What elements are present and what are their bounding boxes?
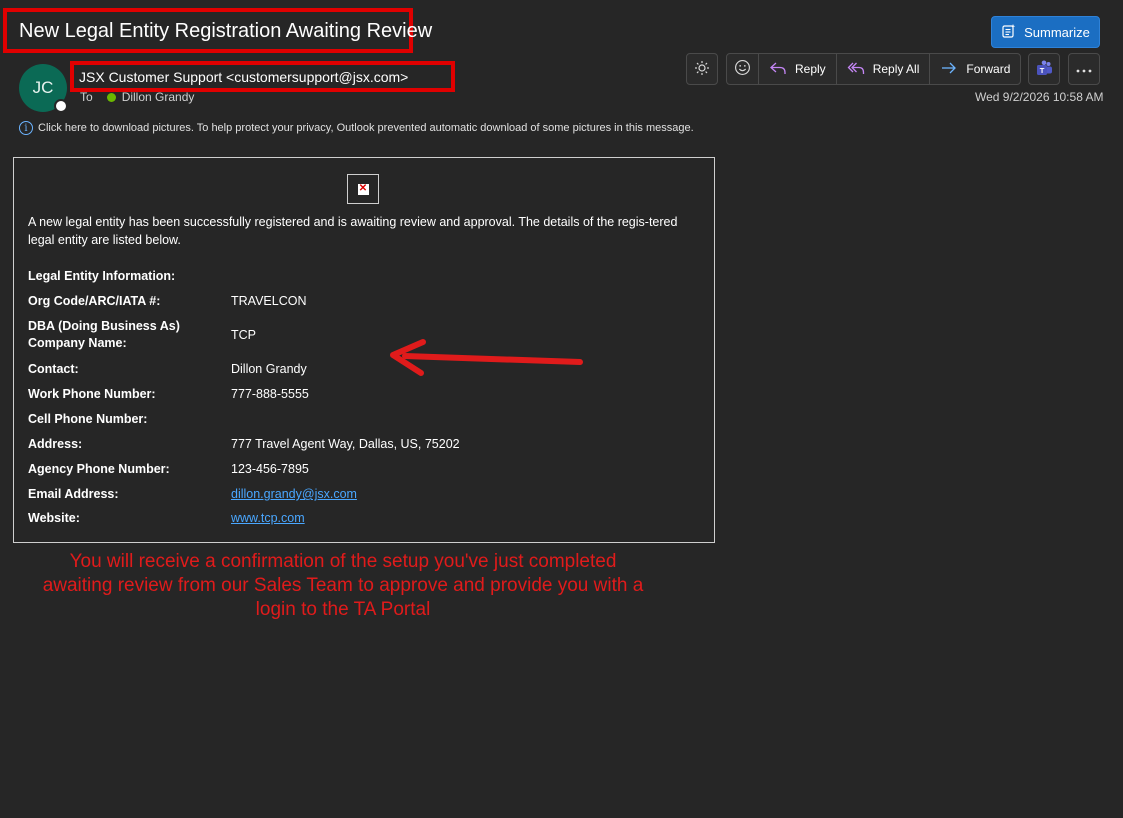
broken-image-icon: ✕ [357,183,369,195]
smiley-icon [734,59,751,79]
message-subject: New Legal Entity Registration Awaiting R… [19,20,433,42]
svg-text:T: T [1040,66,1045,75]
forward-button[interactable]: Forward [930,54,1020,84]
brightness-toggle-button[interactable] [686,53,718,85]
broken-image-placeholder[interactable]: ✕ [347,174,379,204]
forward-icon [940,60,958,79]
field-label-cell-phone: Cell Phone Number: [28,412,148,426]
sender-name[interactable]: JSX Customer Support <customersupport@js… [79,69,408,85]
field-label-dba-line1: DBA (Doing Business As) [28,319,180,333]
info-icon: i [19,121,33,135]
reply-button[interactable]: Reply [759,54,837,84]
field-value-address: 777 Travel Agent Way, Dallas, US, 75202 [231,437,460,451]
field-label-contact: Contact: [28,362,79,376]
presence-indicator [54,99,68,113]
to-label: To [80,90,93,104]
download-pictures-bar[interactable]: i Click here to download pictures. To he… [19,121,694,135]
field-label-work-phone: Work Phone Number: [28,387,156,401]
field-label-dba: DBA (Doing Business As) Company Name: [28,318,180,352]
more-actions-button[interactable] [1068,53,1100,85]
recipient-name[interactable]: Dillon Grandy [122,90,195,104]
intro-paragraph: A new legal entity has been successfully… [28,215,678,247]
field-value-dba: TCP [231,328,256,342]
teams-share-button[interactable]: T [1028,53,1060,85]
recipient-presence-icon [106,92,116,102]
field-label-address: Address: [28,437,83,451]
field-label-website: Website: [28,511,80,525]
field-value-website-link[interactable]: www.tcp.com [231,511,305,525]
field-label-agency-phone: Agency Phone Number: [28,462,170,476]
reply-label: Reply [795,62,826,76]
summarize-label: Summarize [1024,24,1090,40]
reply-icon [769,60,787,79]
forward-label: Forward [966,62,1011,76]
field-value-email-link[interactable]: dillon.grandy@jsx.com [231,487,357,501]
reply-all-label: Reply All [872,62,920,76]
field-label-dba-line2: Company Name: [28,336,127,350]
summarize-icon [1001,23,1017,42]
field-value-contact: Dillon Grandy [231,362,307,376]
more-horizontal-icon [1076,62,1092,76]
emoji-react-button[interactable] [727,54,759,84]
reply-toolbar: Reply Reply All Forward [726,53,1022,85]
reply-all-button[interactable]: Reply All [837,54,931,84]
teams-icon: T [1035,59,1053,80]
sun-icon [694,60,710,79]
field-label-org-code: Org Code/ARC/IATA #: [28,294,161,308]
annotation-note: You will receive a confirmation of the s… [42,551,644,620]
field-label-email: Email Address: [28,487,119,501]
annotation-arrow [385,336,585,383]
field-value-org-code: TRAVELCON [231,294,307,308]
message-date: Wed 9/2/2026 10:58 AM [975,90,1104,104]
field-value-agency-phone: 123-456-7895 [231,462,309,476]
summarize-button[interactable]: Summarize [991,16,1100,48]
download-pictures-text: Click here to download pictures. To help… [38,122,694,134]
section-title: Legal Entity Information: [28,269,176,283]
recipient-line: To Dillon Grandy [80,90,194,104]
reply-all-icon [847,60,865,79]
field-value-work-phone: 777-888-5555 [231,387,309,401]
